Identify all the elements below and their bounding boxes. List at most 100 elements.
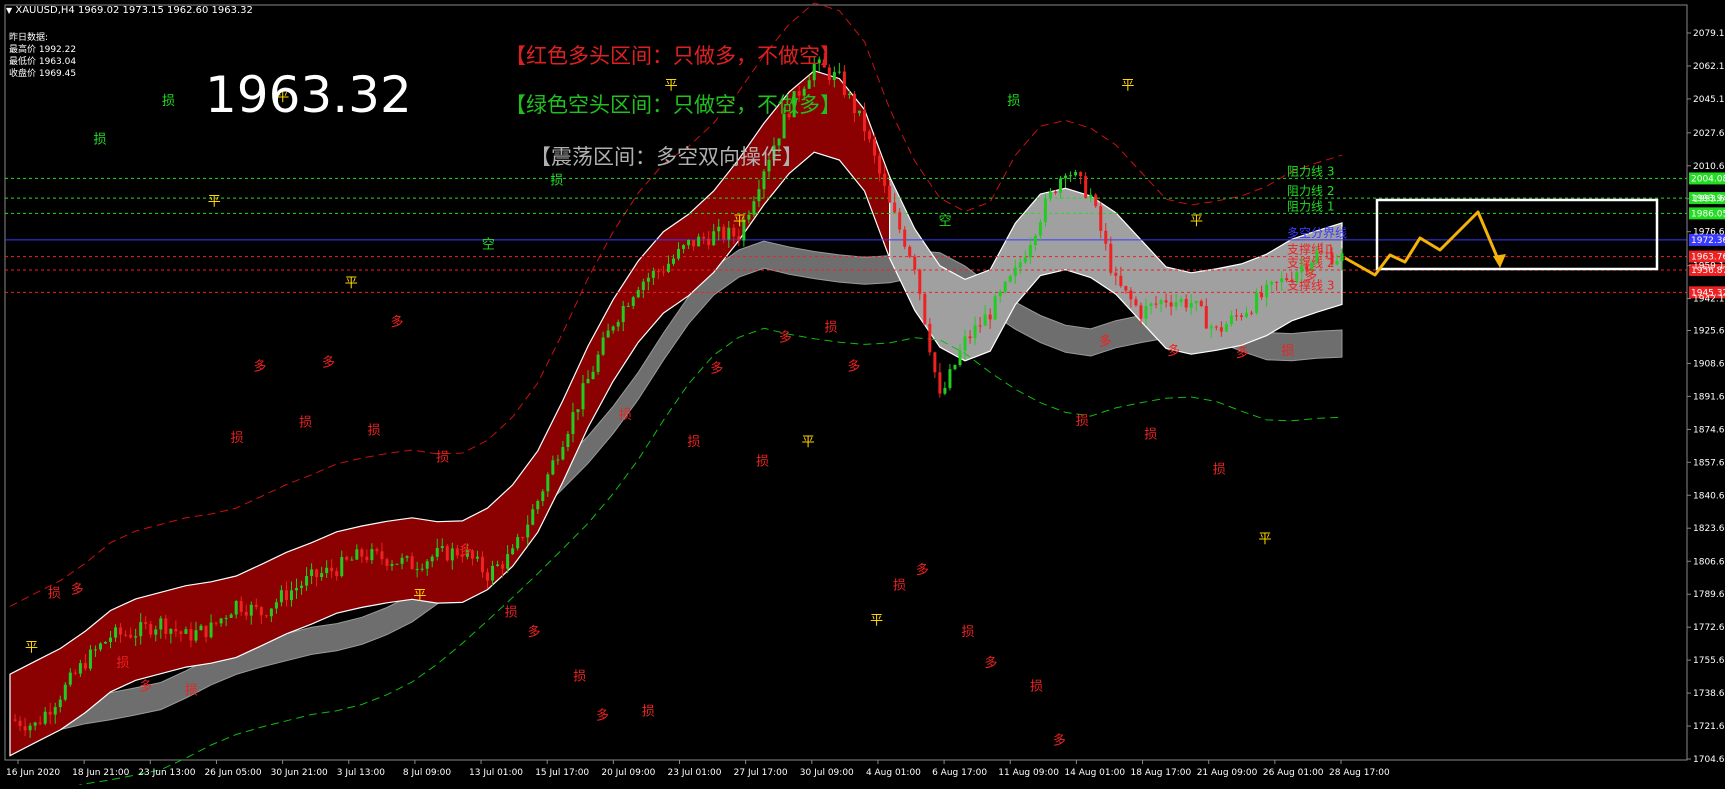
candle-body bbox=[1089, 194, 1093, 198]
signal-marker: 多 bbox=[71, 581, 84, 597]
candle-body bbox=[1144, 305, 1148, 319]
candle-body bbox=[656, 270, 660, 272]
candle-body bbox=[998, 291, 1002, 297]
candle-body bbox=[53, 707, 57, 715]
x-tick-label: 30 Jun 21:00 bbox=[271, 768, 328, 778]
candle-body bbox=[988, 314, 992, 320]
candle-body bbox=[1244, 312, 1248, 317]
candle-body bbox=[1250, 312, 1254, 314]
candle-body bbox=[747, 214, 751, 220]
signal-marker: 多 bbox=[1236, 345, 1249, 361]
y-tick-label: 1789.60 bbox=[1693, 590, 1725, 600]
candle-body bbox=[717, 226, 721, 232]
candle-body bbox=[586, 378, 590, 384]
candle-body bbox=[305, 576, 309, 586]
level-label-4: 多空分界线 bbox=[1287, 226, 1347, 240]
candle-body bbox=[1084, 176, 1088, 198]
info-low: 最低价 1963.04 bbox=[9, 57, 77, 67]
candle-body bbox=[1033, 235, 1037, 246]
y-tick-label: 1704.60 bbox=[1693, 755, 1725, 765]
candle-body bbox=[621, 305, 625, 323]
candle-body bbox=[752, 201, 756, 215]
candle-body bbox=[948, 369, 952, 388]
candle-body bbox=[616, 322, 620, 327]
x-tick-label: 3 Jul 13:00 bbox=[337, 768, 386, 778]
y-tick-label: 2079.10 bbox=[1693, 29, 1725, 39]
candle-body bbox=[174, 628, 178, 632]
candle-body bbox=[837, 71, 841, 73]
x-tick-label: 23 Jul 01:00 bbox=[668, 768, 722, 778]
candle-body bbox=[1285, 278, 1289, 281]
signal-marker: 损 bbox=[116, 656, 129, 671]
candle-body bbox=[450, 548, 454, 561]
candle-body bbox=[480, 556, 484, 573]
candle-body bbox=[847, 93, 851, 96]
candle-body bbox=[98, 643, 102, 650]
candle-body bbox=[375, 549, 379, 552]
candle-body bbox=[380, 551, 384, 560]
candle-body bbox=[269, 608, 273, 617]
candle-body bbox=[1064, 175, 1068, 179]
x-tick-label: 15 Jul 17:00 bbox=[535, 768, 589, 778]
signal-marker: 损 bbox=[573, 670, 586, 685]
candle-body bbox=[933, 352, 937, 373]
signal-marker: 多 bbox=[984, 655, 997, 671]
candle-body bbox=[1159, 300, 1163, 305]
candle-body bbox=[757, 189, 761, 202]
candle-body bbox=[541, 491, 545, 502]
candle-body bbox=[73, 672, 77, 674]
candle-body bbox=[129, 634, 133, 638]
candle-body bbox=[1003, 281, 1007, 292]
signal-marker: 损 bbox=[299, 416, 312, 431]
candle-body bbox=[1204, 306, 1208, 329]
candle-body bbox=[435, 547, 439, 557]
candle-body bbox=[1043, 198, 1047, 223]
candle-body bbox=[300, 585, 304, 588]
candle-body bbox=[878, 155, 882, 174]
candle-body bbox=[762, 171, 766, 190]
candle-body bbox=[516, 537, 520, 549]
level-label-3: 阻力线 1 bbox=[1287, 199, 1334, 213]
signal-marker: 损 bbox=[893, 579, 906, 594]
candle-body bbox=[415, 568, 419, 570]
signal-marker: 多 bbox=[1167, 343, 1180, 359]
collapse-arrow-icon[interactable]: ▼ bbox=[6, 6, 12, 15]
candle-body bbox=[1219, 327, 1223, 332]
candle-body bbox=[48, 711, 52, 715]
candle-body bbox=[1275, 281, 1279, 283]
candle-body bbox=[169, 628, 173, 634]
candle-body bbox=[581, 383, 585, 410]
candle-body bbox=[511, 548, 515, 555]
price-chart[interactable]: 阻力线 32004.08阻力线 21993.94阻力线 11986.05多空分界… bbox=[0, 0, 1725, 789]
banner-bull: 【红色多头区间：只做多，不做空】 bbox=[505, 44, 841, 68]
x-tick-label: 4 Aug 01:00 bbox=[866, 768, 921, 778]
candle-body bbox=[1255, 292, 1259, 313]
candle-body bbox=[58, 699, 62, 708]
prev-day-info: 昨日数据: 最高价 1992.22 最低价 1963.04 收盘价 1969.4… bbox=[9, 32, 76, 80]
candle-body bbox=[1149, 303, 1153, 306]
candle-body bbox=[1184, 298, 1188, 308]
signal-marker: 多 bbox=[322, 355, 335, 371]
candle-body bbox=[521, 537, 525, 539]
signal-marker: 平 bbox=[25, 641, 38, 656]
candle-body bbox=[1038, 222, 1042, 236]
candle-body bbox=[68, 672, 72, 685]
candle-body bbox=[425, 561, 429, 569]
candle-body bbox=[651, 270, 655, 278]
candle-body bbox=[958, 350, 962, 365]
candle-body bbox=[611, 326, 615, 331]
candle-body bbox=[1018, 262, 1022, 268]
candle-body bbox=[1053, 191, 1057, 193]
candle-body bbox=[1320, 251, 1324, 253]
candle-body bbox=[410, 556, 414, 570]
candle-body bbox=[1224, 324, 1228, 332]
y-tick-label: 1925.65 bbox=[1693, 326, 1725, 336]
chart-stage[interactable]: 阻力线 3 2004.08 阻力线 2 1993.94 阻力线 1 1986.05 多空分界… bbox=[0, 0, 1725, 789]
signal-marker: 损 bbox=[48, 586, 61, 601]
info-title: 昨日数据: bbox=[9, 33, 49, 43]
candle-body bbox=[1295, 272, 1299, 281]
candle-body bbox=[1234, 315, 1238, 317]
candle-body bbox=[1300, 265, 1304, 273]
candle-body bbox=[395, 563, 399, 565]
candle-body bbox=[1270, 281, 1274, 285]
